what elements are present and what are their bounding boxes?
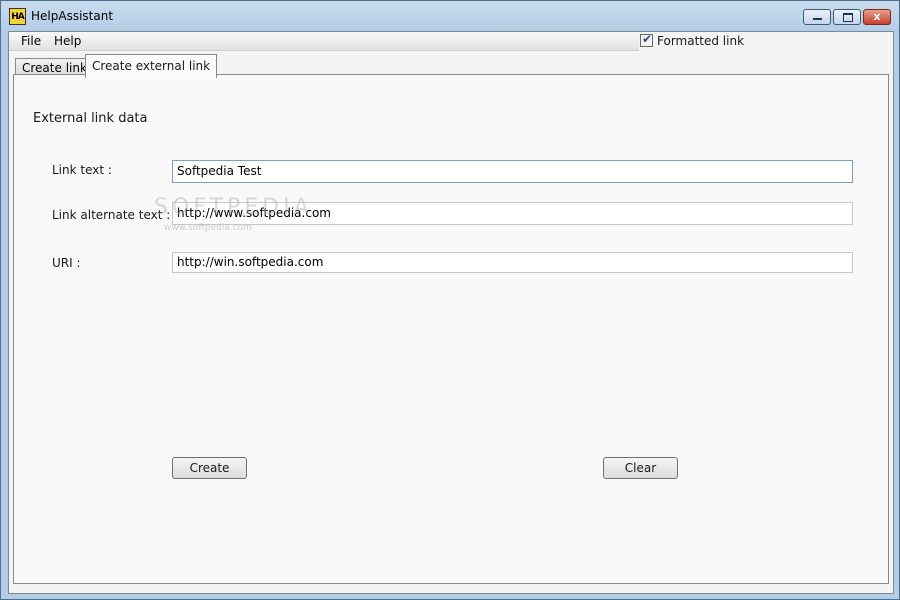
maximize-button[interactable] — [833, 9, 861, 25]
close-icon: x — [873, 10, 881, 23]
client-area: File Help ✔ Formatted link Create link C… — [8, 31, 894, 594]
link-text-label: Link text : — [52, 163, 112, 177]
uri-input[interactable]: http://win.softpedia.com — [172, 252, 853, 273]
formatted-link-label: Formatted link — [657, 34, 745, 48]
minimize-button[interactable] — [803, 9, 831, 25]
window-title: HelpAssistant — [31, 9, 114, 23]
app-icon: HA — [9, 8, 26, 25]
uri-label: URI : — [52, 256, 81, 270]
link-alt-text-label: Link alternate text : — [52, 208, 171, 222]
external-link-panel: External link data Link text : Softpedia… — [13, 74, 889, 584]
menu-bar: File Help — [9, 32, 639, 51]
create-button[interactable]: Create — [172, 457, 247, 479]
clear-button[interactable]: Clear — [603, 457, 678, 479]
checkmark-icon: ✔ — [642, 32, 653, 46]
tab-create-external-link[interactable]: Create external link — [85, 54, 218, 78]
section-title: External link data — [33, 111, 148, 126]
title-bar[interactable]: HA HelpAssistant x — [1, 1, 899, 31]
menu-file[interactable]: File — [17, 33, 45, 49]
app-window: HA HelpAssistant x File Help ✔ Formatted… — [0, 0, 900, 600]
watermark: SOFTPEDIA — [154, 195, 313, 220]
link-text-input[interactable]: Softpedia Test — [172, 160, 853, 183]
formatted-link-checkbox[interactable]: ✔ — [640, 32, 653, 47]
watermark-url: www.softpedia.com — [164, 223, 252, 233]
close-button[interactable]: x — [863, 9, 891, 25]
menu-help[interactable]: Help — [50, 33, 85, 49]
